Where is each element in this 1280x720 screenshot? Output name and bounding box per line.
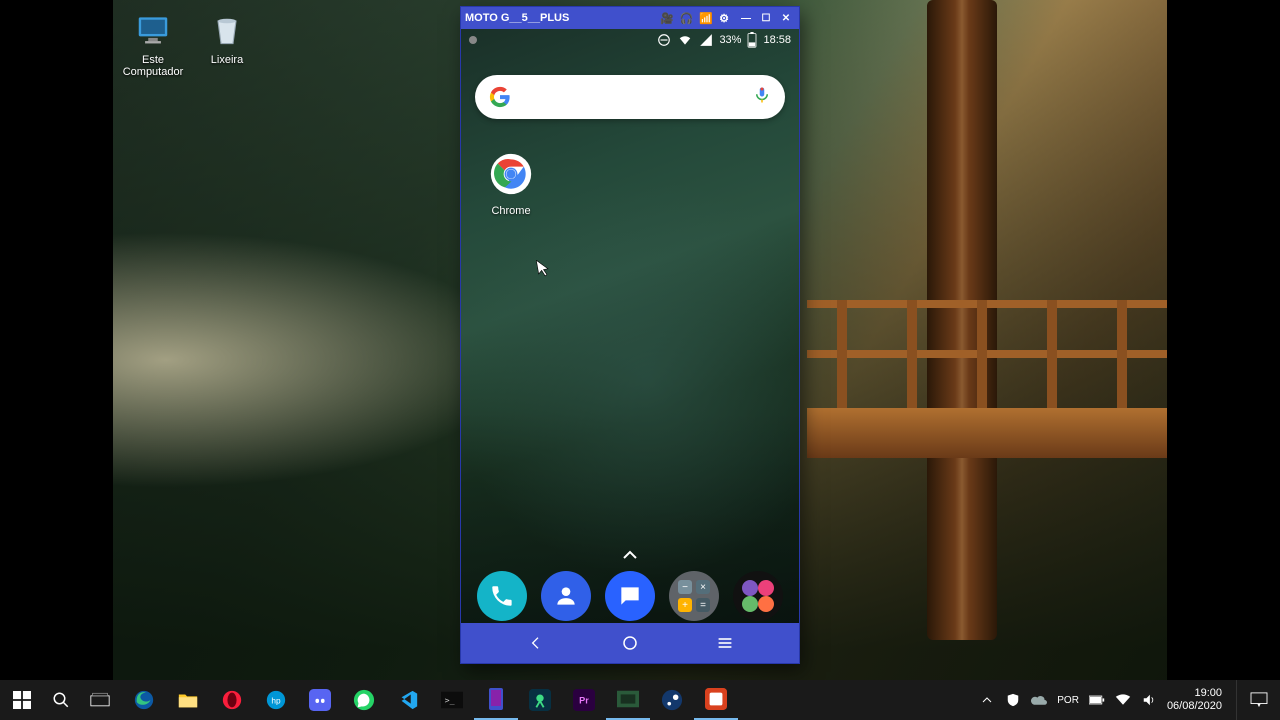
tray-language-icon[interactable]: POR <box>1057 692 1079 708</box>
desktop-icon-label: Lixeira <box>192 54 262 66</box>
dock-folder-app[interactable] <box>733 571 783 621</box>
app-chrome[interactable]: Chrome <box>481 149 541 217</box>
taskbar-search-button[interactable] <box>44 680 78 720</box>
dock-phone-app[interactable] <box>477 571 527 621</box>
wifi-icon <box>677 33 693 47</box>
nav-back-button[interactable] <box>516 629 556 657</box>
tray-battery-icon[interactable] <box>1089 692 1105 708</box>
mic-icon[interactable] <box>753 84 771 111</box>
svg-text:×: × <box>700 582 706 593</box>
dock-calculator-app[interactable]: − × + = <box>669 571 719 621</box>
status-time: 18:58 <box>763 34 791 46</box>
cell-signal-icon <box>699 33 713 47</box>
wifi-icon: 📶 <box>699 12 713 25</box>
taskbar-app-discord[interactable] <box>298 680 342 720</box>
svg-text:+: + <box>682 600 688 611</box>
minimize-button[interactable]: ― <box>737 11 755 25</box>
clock-date: 06/08/2020 <box>1167 700 1222 713</box>
google-logo-icon <box>489 86 511 108</box>
app-label: Chrome <box>481 205 541 217</box>
start-button[interactable] <box>0 680 44 720</box>
phone-dock: − × + = <box>461 571 799 621</box>
action-center-button[interactable] <box>1236 680 1280 720</box>
task-view-button[interactable] <box>78 680 122 720</box>
mouse-cursor-icon <box>535 258 552 281</box>
video-icon: 🎥 <box>660 12 674 25</box>
dock-messages-app[interactable] <box>605 571 655 621</box>
windows-taskbar: hp >_ Pr <box>0 680 1280 720</box>
tray-chevron-up-icon[interactable] <box>979 692 995 708</box>
recycle-bin-icon <box>207 10 247 50</box>
taskbar-app-steam[interactable] <box>650 680 694 720</box>
desktop-icon-label: Este Computador <box>118 54 188 78</box>
taskbar-app-opera[interactable] <box>210 680 254 720</box>
headphones-icon: 🎧 <box>680 12 694 25</box>
google-search-bar[interactable] <box>475 75 785 119</box>
tray-onedrive-icon[interactable] <box>1031 692 1047 708</box>
taskbar-app-android-studio[interactable] <box>518 680 562 720</box>
svg-text:Pr: Pr <box>579 696 589 706</box>
computer-icon <box>133 10 173 50</box>
scrcpy-title: MOTO G__5__PLUS <box>465 12 654 24</box>
taskbar-app-terminal[interactable]: >_ <box>430 680 474 720</box>
app-drawer-handle[interactable] <box>622 547 638 563</box>
tray-wifi-icon[interactable] <box>1115 692 1131 708</box>
svg-text:>_: >_ <box>445 695 455 705</box>
taskbar-app-explorer[interactable] <box>166 680 210 720</box>
taskbar-app-hp[interactable]: hp <box>254 680 298 720</box>
phone-screen[interactable]: 33% 18:58 Chrome <box>461 29 799 663</box>
system-tray[interactable]: POR 19:00 06/08/2020 <box>969 680 1236 720</box>
taskbar-app-edge[interactable] <box>122 680 166 720</box>
maximize-button[interactable]: ☐ <box>757 11 775 25</box>
close-button[interactable]: ✕ <box>777 11 795 25</box>
android-status-bar[interactable]: 33% 18:58 <box>461 29 799 51</box>
taskbar-clock[interactable]: 19:00 06/08/2020 <box>1167 687 1226 713</box>
taskbar-app-premiere[interactable]: Pr <box>562 680 606 720</box>
gear-icon[interactable]: ⚙ <box>719 12 729 25</box>
nav-home-button[interactable] <box>610 629 650 657</box>
dock-contacts-app[interactable] <box>541 571 591 621</box>
notification-dot-icon <box>469 36 477 44</box>
desktop-icon-computer[interactable]: Este Computador <box>118 10 188 78</box>
taskbar-app-camtasia[interactable] <box>694 680 738 720</box>
chrome-icon <box>486 149 536 199</box>
nav-recents-button[interactable] <box>705 629 745 657</box>
svg-text:=: = <box>700 600 706 611</box>
tray-volume-icon[interactable] <box>1141 692 1157 708</box>
desktop-icon-recycle-bin[interactable]: Lixeira <box>192 10 262 66</box>
taskbar-app-vscode[interactable] <box>386 680 430 720</box>
svg-text:−: − <box>682 582 688 593</box>
scrcpy-window[interactable]: MOTO G__5__PLUS 🎥 🎧 📶 ⚙ ― ☐ ✕ 33% <box>460 6 800 664</box>
android-nav-bar <box>461 623 799 663</box>
taskbar-app-scrcpy-window[interactable] <box>606 680 650 720</box>
battery-icon <box>747 32 757 48</box>
taskbar-app-phone-mirror[interactable] <box>474 680 518 720</box>
clock-time: 19:00 <box>1167 687 1222 700</box>
scrcpy-titlebar[interactable]: MOTO G__5__PLUS 🎥 🎧 📶 ⚙ ― ☐ ✕ <box>461 7 799 29</box>
tray-security-icon[interactable] <box>1005 692 1021 708</box>
dnd-icon <box>657 33 671 47</box>
battery-percent: 33% <box>719 34 741 46</box>
taskbar-app-whatsapp[interactable] <box>342 680 386 720</box>
svg-text:hp: hp <box>271 697 281 706</box>
